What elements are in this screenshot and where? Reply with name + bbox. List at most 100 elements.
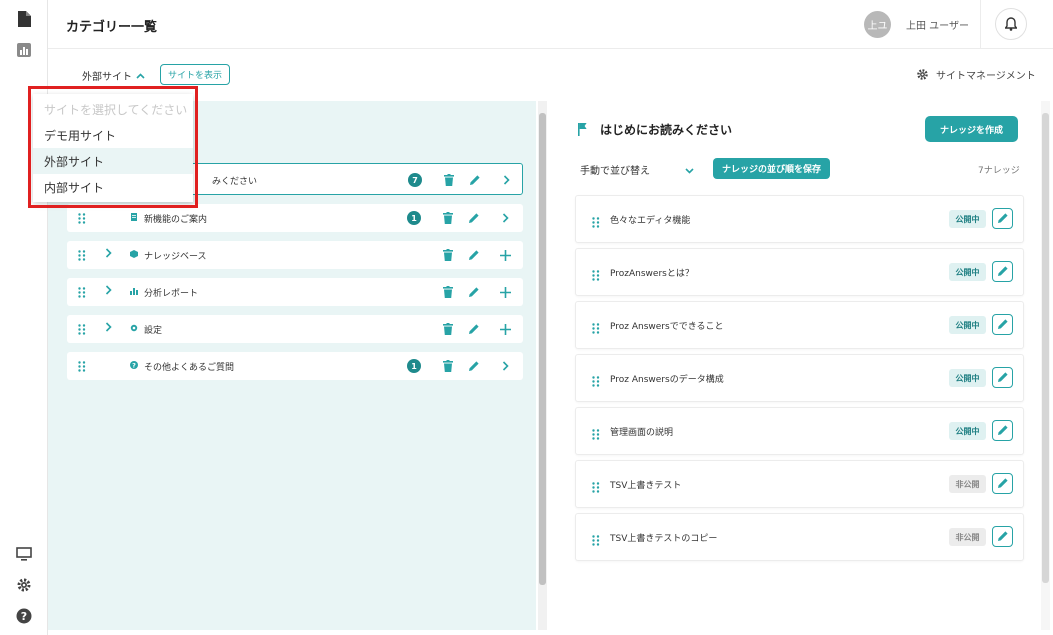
edit-pencil-icon [997,209,1009,228]
status-badge: 公開中 [949,210,986,228]
monitor-icon[interactable] [14,544,34,564]
category-row[interactable]: 設定 [67,315,523,343]
show-site-button[interactable]: サイトを表示 [160,64,231,85]
edit-pencil-icon[interactable] [467,285,481,299]
drag-handle-icon[interactable] [592,478,600,493]
expand-chevron-icon[interactable] [105,322,112,335]
category-scrollbar-thumb[interactable] [539,113,546,585]
trash-icon[interactable] [441,248,455,262]
category-label: その他よくあるご質問 [144,363,235,373]
knowledge-scrollbar[interactable] [1041,101,1050,630]
knowledge-card[interactable]: 色々なエディタ機能 公開中 [575,195,1024,243]
sort-select[interactable]: 手動で並び替え [580,162,694,177]
edit-pencil-icon[interactable] [467,359,481,373]
add-plus-icon[interactable] [498,248,512,262]
save-order-button[interactable]: ナレッジの並び順を保存 [713,158,830,179]
bell-icon [1005,17,1017,31]
trash-icon[interactable] [441,285,455,299]
knowledge-scrollbar-thumb[interactable] [1042,113,1049,583]
knowledge-card[interactable]: ProzAnswersとは？ 公開中 [575,248,1024,296]
site-management-link[interactable]: サイトマネージメント [916,67,1036,82]
drag-handle-icon[interactable] [592,319,600,334]
trash-icon[interactable] [441,211,455,225]
document-icon[interactable] [14,9,34,29]
trash-icon[interactable] [441,359,455,373]
flag-icon [578,121,588,140]
knowledge-card[interactable]: TSV上書きテストのコピー 非公開 [575,513,1024,561]
edit-knowledge-button[interactable] [992,367,1013,388]
add-plus-icon[interactable] [498,285,512,299]
trash-icon[interactable] [442,173,456,187]
cube-icon [130,250,138,258]
edit-knowledge-button[interactable] [992,208,1013,229]
expand-chevron-icon[interactable] [105,285,112,298]
trash-icon[interactable] [441,322,455,336]
chart-icon [130,287,138,295]
edit-pencil-icon[interactable] [467,211,481,225]
knowledge-card[interactable]: 管理画面の説明 公開中 [575,407,1024,455]
avatar[interactable]: 上ユ [864,11,891,38]
knowledge-title[interactable]: 管理画面の説明 [610,425,673,438]
drag-handle-icon[interactable] [78,361,86,372]
create-knowledge-button[interactable]: ナレッジを作成 [925,116,1018,142]
drag-handle-icon[interactable] [592,213,600,228]
sort-select-label: 手動で並び替え [580,166,650,177]
site-option-demo[interactable]: デモ用サイト [33,122,193,148]
gear-icon [917,69,928,80]
knowledge-title[interactable]: Proz Answersのデータ構成 [610,372,724,385]
knowledge-title[interactable]: 色々なエディタ機能 [610,213,690,226]
edit-pencil-icon[interactable] [467,322,481,336]
category-label: 分析レポート [144,289,199,299]
knowledge-card[interactable]: Proz Answersのデータ構成 公開中 [575,354,1024,402]
category-scrollbar[interactable] [538,101,547,630]
svg-text:?: ? [21,610,27,623]
category-row[interactable]: ? その他よくあるご質問 1 [67,352,523,380]
category-row[interactable]: 新機能のご案内 1 [67,204,523,232]
category-row[interactable]: ナレッジベース [67,241,523,269]
knowledge-title[interactable]: TSV上書きテスト [610,478,681,491]
site-dropdown-placeholder: サイトを選択してください [44,102,188,117]
user-name[interactable]: 上田 ユーザー [906,17,969,32]
drag-handle-icon[interactable] [592,372,600,387]
drag-handle-icon[interactable] [78,324,86,335]
page-title: カテゴリー一覧 [66,20,158,35]
notification-button[interactable] [995,8,1027,40]
knowledge-title[interactable]: ProzAnswersとは？ [610,266,694,279]
report-icon[interactable] [14,40,34,60]
open-chevron-icon[interactable] [498,359,512,373]
open-chevron-icon[interactable] [499,173,513,187]
drag-handle-icon[interactable] [592,531,600,546]
status-badge: 公開中 [949,263,986,281]
edit-knowledge-button[interactable] [992,314,1013,335]
knowledge-title[interactable]: TSV上書きテストのコピー [610,531,717,544]
drag-handle-icon[interactable] [78,250,86,261]
add-plus-icon[interactable] [498,322,512,336]
site-selector-toggle[interactable]: 外部サイト [82,68,145,83]
site-option-internal[interactable]: 内部サイト [33,174,193,200]
drag-handle-icon[interactable] [78,213,86,224]
edit-pencil-icon[interactable] [468,173,482,187]
status-badge: 非公開 [949,475,986,493]
edit-knowledge-button[interactable] [992,420,1013,441]
site-option-external[interactable]: 外部サイト [33,148,193,174]
edit-knowledge-button[interactable] [992,526,1013,547]
knowledge-count-badge: 1 [407,211,421,225]
edit-knowledge-button[interactable] [992,473,1013,494]
drag-handle-icon[interactable] [592,266,600,281]
document-icon [130,213,138,221]
drag-handle-icon[interactable] [78,287,86,298]
knowledge-card[interactable]: TSV上書きテスト 非公開 [575,460,1024,508]
knowledge-card[interactable]: Proz Answersでできること 公開中 [575,301,1024,349]
category-row[interactable]: 分析レポート [67,278,523,306]
edit-knowledge-button[interactable] [992,261,1013,282]
edit-pencil-icon[interactable] [467,248,481,262]
drag-handle-icon[interactable] [592,425,600,440]
knowledge-title[interactable]: Proz Answersでできること [610,319,724,332]
edit-pencil-icon [997,262,1009,281]
status-badge: 公開中 [949,422,986,440]
expand-chevron-icon[interactable] [105,248,112,261]
status-badge: 公開中 [949,369,986,387]
help-icon[interactable]: ? [14,606,34,626]
settings-icon[interactable] [14,575,34,595]
open-chevron-icon[interactable] [498,211,512,225]
